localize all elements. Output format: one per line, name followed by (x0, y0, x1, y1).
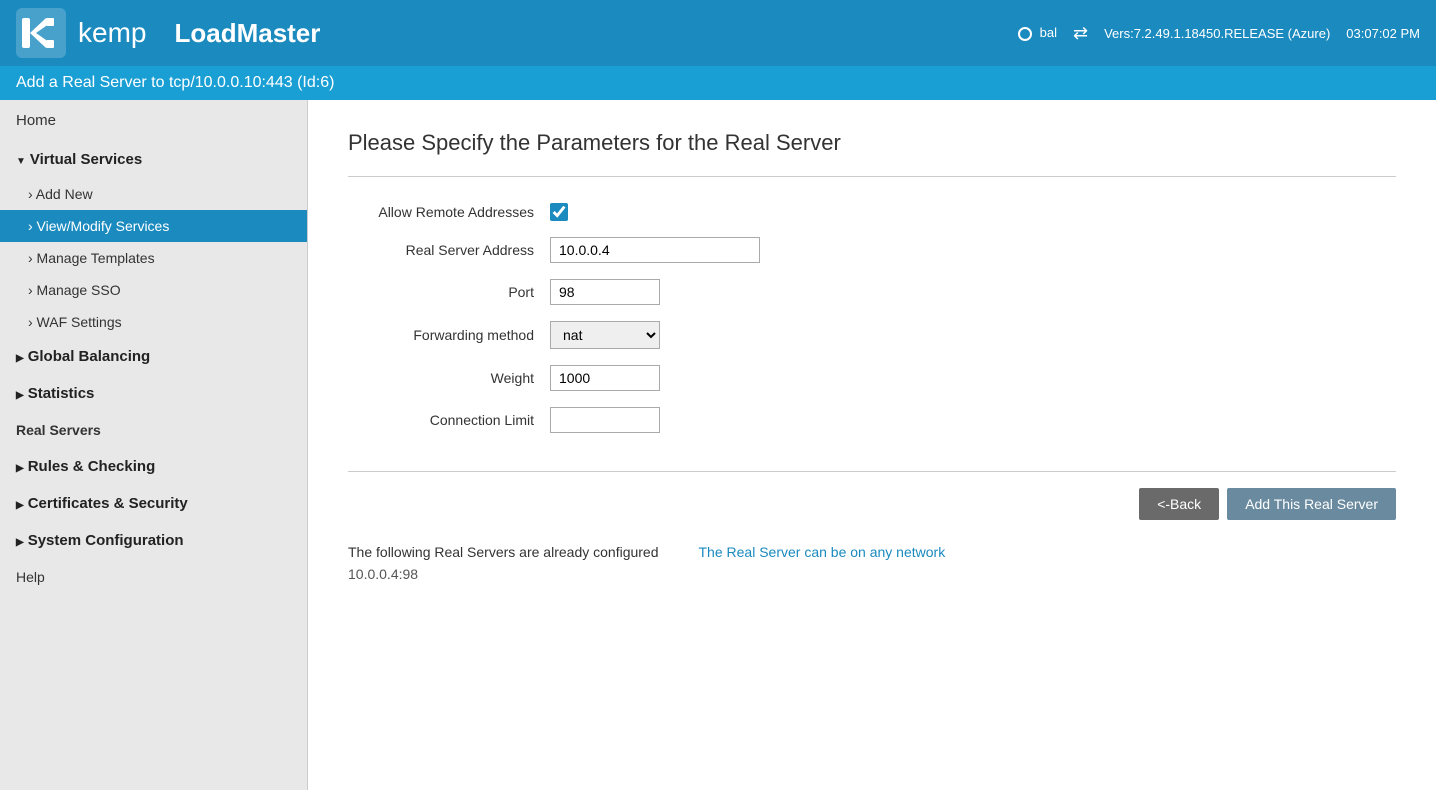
button-row: <-Back Add This Real Server (348, 488, 1396, 520)
back-button[interactable]: <-Back (1139, 488, 1219, 520)
page-subtitle: Add a Real Server to tcp/10.0.0.10:443 (… (16, 74, 334, 92)
port-input[interactable] (550, 279, 660, 305)
form-heading: Please Specify the Parameters for the Re… (348, 130, 1396, 156)
sidebar-item-home[interactable]: Home (0, 100, 307, 141)
weight-control[interactable] (550, 365, 660, 391)
allow-remote-row: Allow Remote Addresses (350, 203, 1046, 221)
sidebar-section-statistics[interactable]: ▶Statistics (0, 375, 307, 412)
connection-limit-row: Connection Limit (350, 407, 1046, 433)
nav-icon[interactable]: ⇄ (1073, 23, 1088, 44)
forwarding-method-label: Forwarding method (350, 327, 550, 343)
sidebar-section-virtual-services[interactable]: ▼Virtual Services (0, 141, 307, 178)
real-server-address-row: Real Server Address (350, 237, 1046, 263)
current-time: 03:07:02 PM (1346, 26, 1420, 41)
sidebar-item-waf-settings[interactable]: › WAF Settings (0, 306, 307, 338)
sidebar-section-certs[interactable]: ▶Certificates & Security (0, 485, 307, 522)
port-control[interactable] (550, 279, 660, 305)
kemp-logo-icon (16, 8, 66, 58)
connection-limit-control[interactable] (550, 407, 660, 433)
allow-remote-control[interactable] (550, 203, 568, 221)
sidebar-item-manage-sso[interactable]: › Manage SSO (0, 274, 307, 306)
configured-servers-title: The following Real Servers are already c… (348, 544, 659, 560)
logo-area: kemp LoadMaster (16, 8, 320, 58)
parameter-form: Allow Remote Addresses Real Server Addre… (348, 201, 1048, 451)
allow-remote-label: Allow Remote Addresses (350, 204, 550, 220)
chevron-down-icon: ▼ (16, 156, 26, 167)
forwarding-method-row: Forwarding method nat route tunnel (350, 321, 1046, 349)
sidebar: Home ▼Virtual Services › Add New › View/… (0, 100, 308, 790)
brand-name: kemp (78, 17, 146, 49)
connection-limit-label: Connection Limit (350, 412, 550, 428)
chevron-right-icon-stats: ▶ (16, 390, 24, 401)
connection-limit-input[interactable] (550, 407, 660, 433)
action-divider (348, 471, 1396, 472)
main-content: Please Specify the Parameters for the Re… (308, 100, 1436, 790)
sidebar-item-manage-templates[interactable]: › Manage Templates (0, 242, 307, 274)
version-info: Vers:7.2.49.1.18450.RELEASE (Azure) (1104, 26, 1330, 41)
forwarding-method-select[interactable]: nat route tunnel (550, 321, 660, 349)
chevron-right-icon-rules: ▶ (16, 463, 24, 474)
chevron-right-icon-system: ▶ (16, 537, 24, 548)
sidebar-section-system[interactable]: ▶System Configuration (0, 522, 307, 559)
weight-input[interactable] (550, 365, 660, 391)
real-server-address-label: Real Server Address (350, 242, 550, 258)
header-right: bal ⇄ Vers:7.2.49.1.18450.RELEASE (Azure… (1018, 23, 1420, 44)
sidebar-item-real-servers[interactable]: Real Servers (0, 412, 307, 448)
forwarding-method-control[interactable]: nat route tunnel (550, 321, 660, 349)
configured-servers-info: The following Real Servers are already c… (348, 544, 659, 582)
sidebar-item-view-modify[interactable]: › View/Modify Services (0, 210, 307, 242)
weight-row: Weight (350, 365, 1046, 391)
network-note: The Real Server can be on any network (699, 544, 946, 582)
real-server-address-input[interactable] (550, 237, 760, 263)
user-icon (1018, 27, 1032, 41)
port-label: Port (350, 284, 550, 300)
user-info[interactable]: bal (1018, 25, 1057, 41)
chevron-right-icon-certs: ▶ (16, 500, 24, 511)
sidebar-item-help[interactable]: Help (0, 559, 307, 595)
sidebar-item-add-new[interactable]: › Add New (0, 178, 307, 210)
chevron-right-icon: ▶ (16, 353, 24, 364)
port-row: Port (350, 279, 1046, 305)
allow-remote-checkbox[interactable] (550, 203, 568, 221)
configured-server-entry: 10.0.0.4:98 (348, 566, 659, 582)
sidebar-section-rules[interactable]: ▶Rules & Checking (0, 448, 307, 485)
weight-label: Weight (350, 370, 550, 386)
add-real-server-button[interactable]: Add This Real Server (1227, 488, 1396, 520)
info-section: The following Real Servers are already c… (348, 544, 1396, 582)
sidebar-section-global-balancing[interactable]: ▶Global Balancing (0, 338, 307, 375)
real-server-address-control[interactable] (550, 237, 760, 263)
heading-divider (348, 176, 1396, 177)
app-title: LoadMaster (174, 18, 320, 49)
